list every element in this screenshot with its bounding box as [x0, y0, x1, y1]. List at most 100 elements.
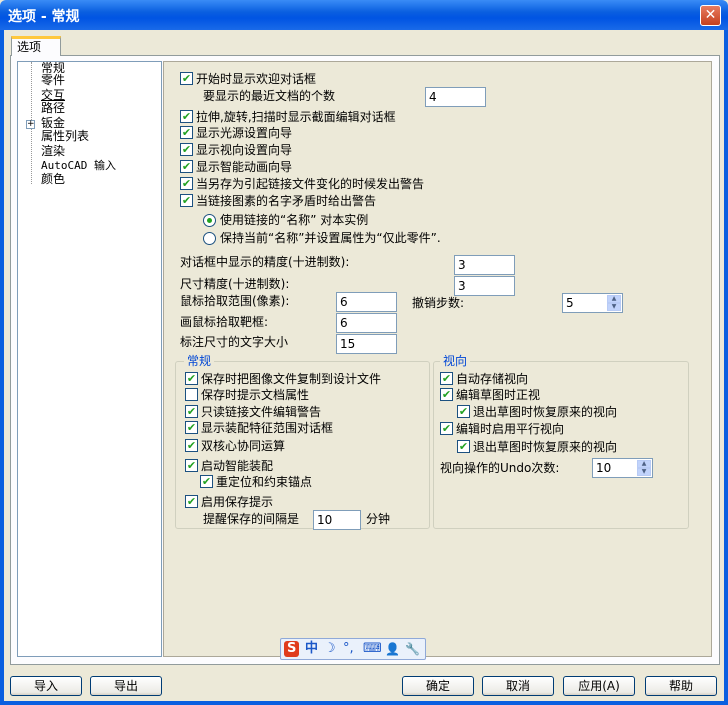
moon-icon[interactable]: ☽ [324, 641, 336, 657]
dim-text-size-label: 标注尺寸的文字大小 [180, 335, 289, 349]
title-bar [0, 0, 728, 30]
ime-toolbar[interactable]: S 中 ☽ °, ⌨ 👤 🔧 [280, 638, 426, 660]
spin-down-icon[interactable]: ▼ [607, 303, 621, 311]
parallel-view-label: 编辑时启用平行视向 [456, 422, 565, 436]
spin-up-icon[interactable]: ▲ [637, 460, 651, 468]
window-border-bottom [0, 701, 728, 705]
anim-wizard-checkbox[interactable]: ✔ [180, 160, 193, 173]
tree-item-part[interactable]: 零件 [41, 74, 65, 87]
tree-item-path[interactable]: 路径 [41, 102, 65, 115]
export-button[interactable]: 导出 [90, 676, 162, 696]
section-dialog-checkbox[interactable]: ✔ [180, 110, 193, 123]
wrench-icon[interactable]: 🔧 [405, 641, 420, 657]
undo-steps-label: 撤销步数: [412, 296, 465, 310]
restore-view-2-label: 退出草图时恢复原来的视向 [473, 440, 618, 454]
dimension-precision-input[interactable]: 3 [454, 276, 515, 296]
import-button[interactable]: 导入 [10, 676, 82, 696]
apply-button[interactable]: 应用(A) [563, 676, 635, 696]
save-reminder-label: 启用保存提示 [201, 495, 274, 509]
window-title: 选项 - 常规 [8, 9, 80, 25]
undo-steps-spinner[interactable]: 5 ▲ ▼ [562, 293, 623, 313]
expand-icon[interactable]: + [26, 120, 35, 129]
readonly-warn-label: 只读链接文件编辑警告 [201, 405, 322, 419]
light-wizard-checkbox[interactable]: ✔ [180, 126, 193, 139]
dialog-precision-label: 对话框中显示的精度(十进制数): [180, 255, 350, 269]
assembly-dialog-label: 显示装配特征范围对话框 [201, 421, 334, 435]
keep-name-label: 保持当前“名称”并设置属性为“仅此零件”. [220, 231, 441, 245]
name-conflict-label: 当链接图素的名字矛盾时给出警告 [196, 194, 377, 208]
tree-item-render[interactable]: 渲染 [41, 145, 65, 158]
window-border-left [0, 30, 4, 705]
dialog-precision-input[interactable]: 3 [454, 255, 515, 275]
close-button[interactable]: ✕ [700, 5, 721, 26]
use-link-name-radio[interactable] [203, 214, 216, 227]
prompt-props-label: 保存时提示文档属性 [201, 388, 310, 402]
dim-text-size-input[interactable]: 15 [336, 334, 397, 354]
anim-wizard-label: 显示智能动画向导 [196, 160, 293, 174]
dimension-precision-label: 尺寸精度(十进制数): [180, 277, 290, 291]
dual-core-checkbox[interactable]: ✔ [185, 439, 198, 452]
parallel-view-checkbox[interactable]: ✔ [440, 422, 453, 435]
view-group-title: 视向 [440, 354, 471, 368]
save-as-warn-checkbox[interactable]: ✔ [180, 177, 193, 190]
pick-box-input[interactable]: 6 [336, 313, 397, 333]
copy-image-checkbox[interactable]: ✔ [185, 372, 198, 385]
reminder-interval-unit: 分钟 [366, 512, 391, 526]
tree-item-autocad[interactable]: AutoCAD 输入 [41, 159, 116, 172]
save-reminder-checkbox[interactable]: ✔ [185, 495, 198, 508]
view-wizard-checkbox[interactable]: ✔ [180, 143, 193, 156]
pick-box-label: 画鼠标拾取靶框: [180, 315, 269, 329]
tab-options[interactable]: 选项 [11, 36, 61, 56]
spin-down-icon[interactable]: ▼ [637, 468, 651, 476]
mouse-pick-label: 鼠标拾取范围(像素): [180, 294, 290, 308]
show-welcome-label: 开始时显示欢迎对话框 [196, 72, 317, 86]
sogou-icon[interactable]: S [284, 641, 300, 657]
recent-docs-label: 要显示的最近文档的个数 [203, 89, 336, 103]
use-link-name-label: 使用链接的“名称” 对本实例 [220, 213, 369, 227]
reminder-interval-input[interactable]: 10 [313, 510, 361, 530]
ime-mode-icon[interactable]: 中 [305, 641, 318, 657]
window-border-right [724, 30, 728, 705]
restore-view-1-label: 退出草图时恢复原来的视向 [473, 405, 618, 419]
user-icon[interactable]: 👤 [385, 641, 400, 657]
ok-button[interactable]: 确定 [402, 676, 474, 696]
sketch-normal-checkbox[interactable]: ✔ [440, 388, 453, 401]
mouse-pick-input[interactable]: 6 [336, 292, 397, 312]
auto-save-view-checkbox[interactable]: ✔ [440, 372, 453, 385]
reminder-interval-label: 提醒保存的间隔是 [203, 512, 300, 526]
restore-view-1-checkbox[interactable]: ✔ [457, 405, 470, 418]
punctuation-icon[interactable]: °, [343, 641, 354, 657]
view-wizard-label: 显示视向设置向导 [196, 143, 293, 157]
restore-view-2-checkbox[interactable]: ✔ [457, 440, 470, 453]
smart-assembly-label: 启动智能装配 [201, 459, 274, 473]
help-button[interactable]: 帮助 [645, 676, 717, 696]
dual-core-label: 双核心协同运算 [201, 439, 286, 453]
general-group-title: 常规 [184, 354, 215, 368]
name-conflict-checkbox[interactable]: ✔ [180, 194, 193, 207]
show-welcome-checkbox[interactable]: ✔ [180, 72, 193, 85]
light-wizard-label: 显示光源设置向导 [196, 126, 293, 140]
spin-up-icon[interactable]: ▲ [607, 295, 621, 303]
keep-name-radio[interactable] [203, 232, 216, 245]
undo-count-value: 10 [596, 461, 612, 475]
auto-save-view-label: 自动存储视向 [456, 372, 529, 386]
tree-item-color[interactable]: 颜色 [41, 173, 65, 186]
category-tree[interactable]: 常规 零件 交互 路径 + 钣金 属性列表 渲染 AutoCAD 输入 颜色 [17, 61, 162, 657]
reposition-checkbox[interactable]: ✔ [200, 475, 213, 488]
sketch-normal-label: 编辑草图时正视 [456, 388, 541, 402]
undo-steps-value: 5 [566, 296, 574, 310]
save-as-warn-label: 当另存为引起链接文件变化的时候发出警告 [196, 177, 425, 191]
copy-image-label: 保存时把图像文件复制到设计文件 [201, 372, 382, 386]
smart-assembly-checkbox[interactable]: ✔ [185, 459, 198, 472]
assembly-dialog-checkbox[interactable]: ✔ [185, 421, 198, 434]
cancel-button[interactable]: 取消 [482, 676, 554, 696]
reposition-label: 重定位和约束锚点 [216, 475, 313, 489]
recent-docs-input[interactable]: 4 [425, 87, 486, 107]
tree-item-property-list[interactable]: 属性列表 [41, 130, 89, 143]
prompt-props-checkbox[interactable] [185, 388, 198, 401]
undo-count-spinner[interactable]: 10 ▲ ▼ [592, 458, 653, 478]
section-dialog-label: 拉伸,旋转,扫描时显示截面编辑对话框 [196, 110, 396, 124]
readonly-warn-checkbox[interactable]: ✔ [185, 405, 198, 418]
undo-count-label: 视向操作的Undo次数: [440, 461, 560, 475]
keyboard-icon[interactable]: ⌨ [363, 641, 382, 657]
